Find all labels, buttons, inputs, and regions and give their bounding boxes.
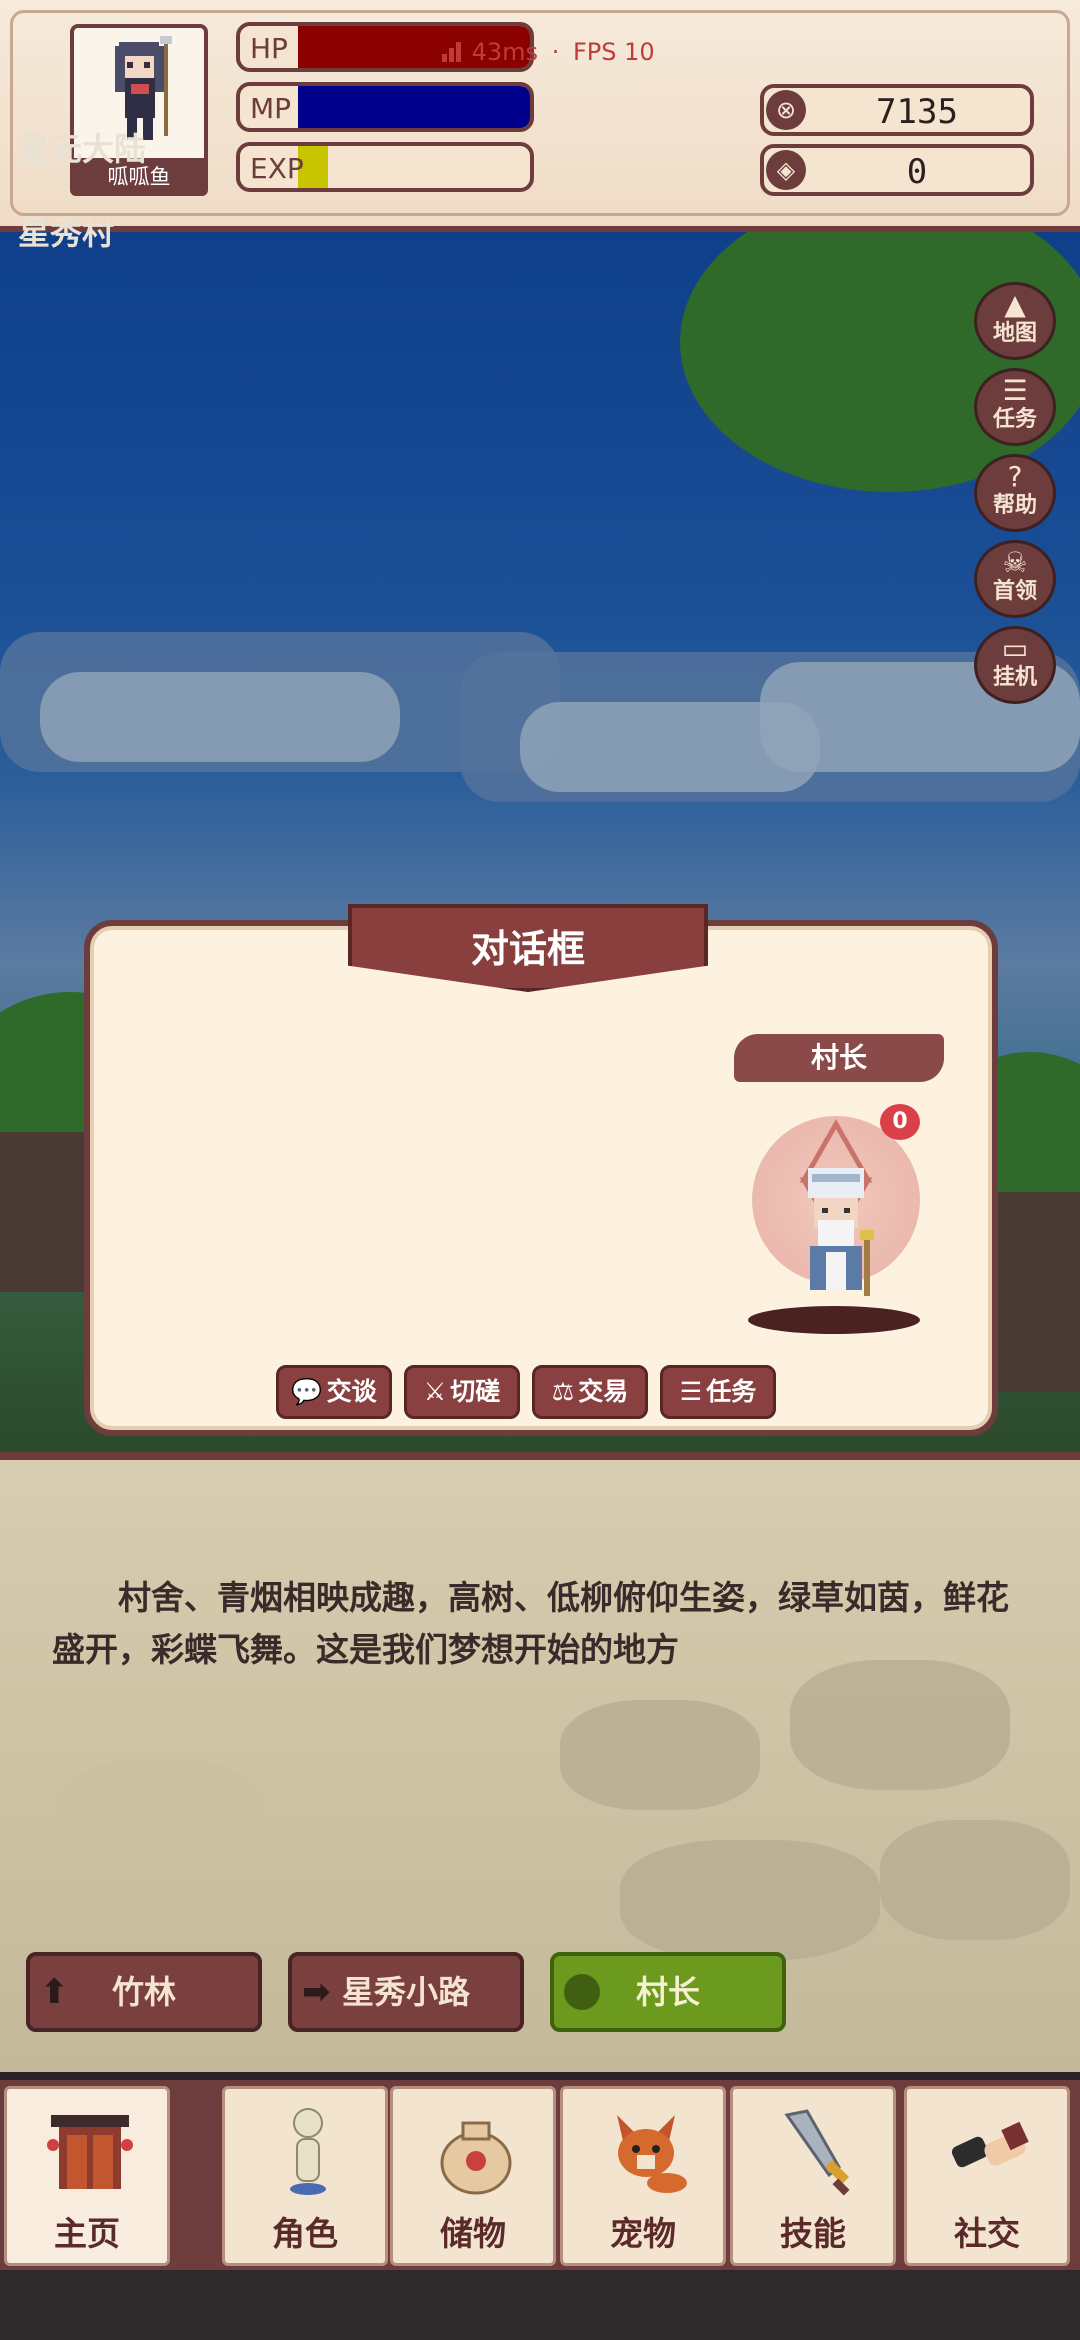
scales-icon: ⚖ bbox=[551, 1377, 575, 1406]
help-button[interactable]: ? 帮助 bbox=[974, 454, 1056, 532]
gem-counter: ◈ 0 bbox=[760, 144, 1034, 196]
handshake-icon bbox=[951, 2121, 1029, 2168]
chat-icon: 💬 bbox=[291, 1377, 323, 1406]
fps-value: FPS 10 bbox=[572, 38, 655, 66]
task-list-icon: ☰ bbox=[679, 1377, 703, 1406]
coin-counter: ⊗ 7135 bbox=[760, 84, 1034, 136]
gem-value: 0 bbox=[906, 152, 928, 192]
trade-button[interactable]: ⚖ 交易 bbox=[532, 1365, 648, 1419]
npc-shadow bbox=[748, 1306, 920, 1334]
sword-icon: ⚔ bbox=[423, 1377, 447, 1406]
help-icon: ? bbox=[1007, 460, 1023, 493]
npc-nameplate: 村长 bbox=[734, 1034, 944, 1082]
ping-value: 43ms bbox=[471, 38, 539, 66]
talk-button[interactable]: 💬 交谈 bbox=[276, 1365, 392, 1419]
arrow-up-icon: ⬆ bbox=[40, 1972, 69, 2012]
gem-icon: ◈ bbox=[766, 150, 806, 190]
exp-label: EXP bbox=[250, 152, 304, 185]
person-icon bbox=[564, 1974, 600, 2010]
arrow-right-icon: ➡ bbox=[302, 1972, 331, 2012]
boss-skull-icon: ☠ bbox=[1002, 546, 1028, 579]
spar-button[interactable]: ⚔ 切磋 bbox=[404, 1365, 520, 1419]
bag-icon bbox=[440, 2121, 512, 2195]
mp-fill bbox=[298, 86, 530, 128]
nav-bamboo-forest[interactable]: ⬆ 竹林 bbox=[26, 1952, 262, 2032]
map-button[interactable]: ▲ 地图 bbox=[974, 282, 1056, 360]
region-name: 星元大陆 bbox=[18, 130, 147, 168]
quest-button[interactable]: ☰ 任务 bbox=[660, 1365, 776, 1419]
dialog-title: 对话框 bbox=[470, 927, 585, 971]
hp-label: HP bbox=[250, 32, 288, 65]
tab-character[interactable]: 角色 bbox=[222, 2086, 388, 2266]
coin-value: 7135 bbox=[876, 92, 958, 132]
nav-village-chief[interactable]: 村长 bbox=[550, 1952, 786, 2032]
signal-icon bbox=[442, 42, 461, 62]
separator: · bbox=[551, 38, 560, 66]
npc-portrait bbox=[752, 1116, 920, 1296]
tab-storage[interactable]: 储物 bbox=[390, 2086, 556, 2266]
mountain-icon: ▲ bbox=[1004, 288, 1026, 321]
fox-pet-icon bbox=[617, 2115, 687, 2193]
tab-pet[interactable]: 宠物 bbox=[560, 2086, 726, 2266]
idle-button[interactable]: ▭ 挂机 bbox=[974, 626, 1056, 704]
network-status: 43ms · FPS 10 bbox=[440, 38, 655, 66]
character-icon bbox=[290, 2108, 326, 2195]
monitor-icon: ▭ bbox=[1001, 632, 1029, 665]
tab-skills[interactable]: 技能 bbox=[730, 2086, 896, 2266]
exp-bar: EXP bbox=[236, 142, 534, 192]
blade-icon bbox=[784, 2109, 850, 2196]
mp-bar: MP bbox=[236, 82, 534, 132]
affinity-heart-icon: 0 bbox=[880, 1104, 920, 1140]
task-list-icon: ☰ bbox=[1002, 374, 1028, 407]
mp-label: MP bbox=[250, 92, 292, 125]
system-navigation-strip bbox=[0, 2270, 1080, 2340]
coin-icon: ⊗ bbox=[766, 90, 806, 130]
boss-button[interactable]: ☠ 首领 bbox=[974, 540, 1056, 618]
gate-icon bbox=[47, 2115, 133, 2189]
scene-description: 村舍、青烟相映成趣，高树、低柳俯仰生姿，绿草如茵，鲜花盛开，彩蝶飞舞。这是我们梦… bbox=[52, 1578, 1009, 1669]
tab-social[interactable]: 社交 bbox=[904, 2086, 1070, 2266]
elder-sprite-icon bbox=[799, 1118, 874, 1296]
village-name: 星秀村 bbox=[18, 214, 115, 252]
nav-xingxiu-path[interactable]: ➡ 星秀小路 bbox=[288, 1952, 524, 2032]
tab-home[interactable]: 主页 bbox=[4, 2086, 170, 2266]
task-button[interactable]: ☰ 任务 bbox=[974, 368, 1056, 446]
